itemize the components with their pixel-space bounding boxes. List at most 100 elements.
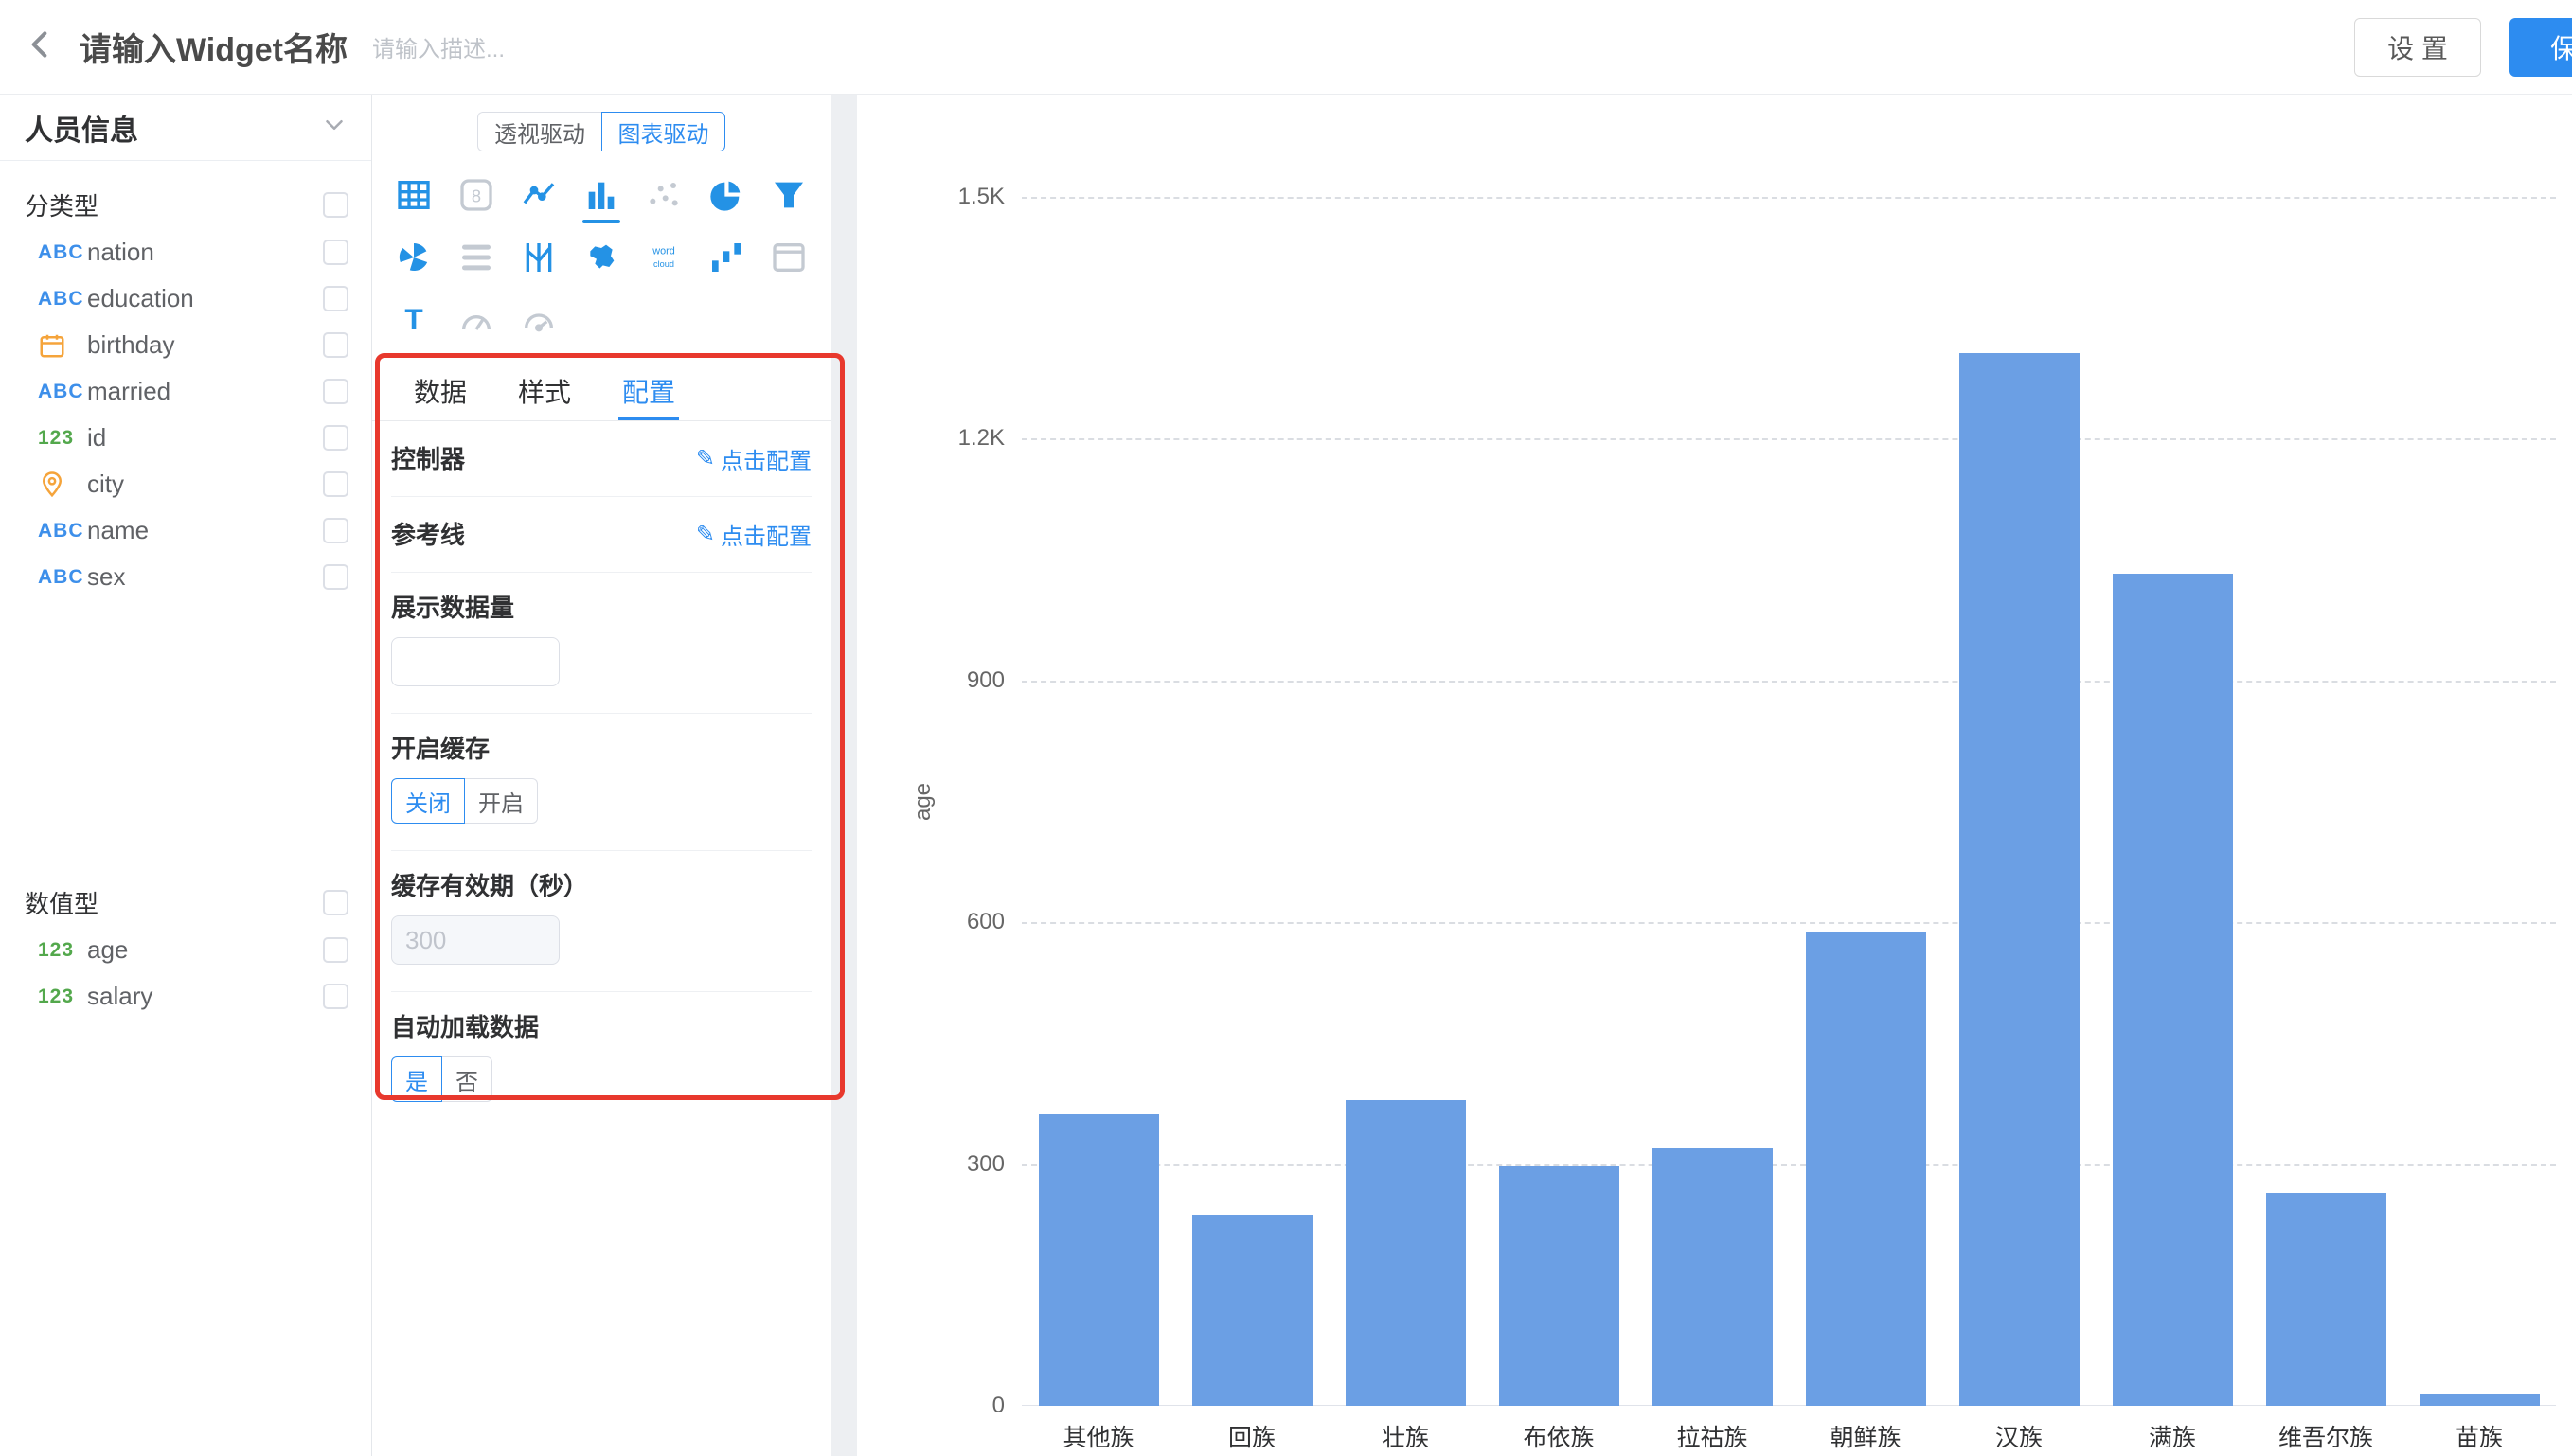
cache-off-button[interactable]: 关闭 [391,778,465,824]
config-section: 控制器 ✎ 点击配置 参考线 ✎ 点击配置 展示数据量 开启缓存 关闭 开启 [372,421,831,1128]
field-checkbox[interactable] [323,286,348,311]
field-row-name[interactable]: ABCname [0,507,371,554]
field-checkbox[interactable] [323,937,348,963]
bar-拉祜族 [1652,1148,1773,1406]
tab-data[interactable]: 数据 [404,362,476,420]
funnel-icon[interactable] [762,169,815,222]
gridline [1022,681,2556,683]
bar-壮族 [1346,1100,1466,1406]
widget-description[interactable]: 请输入描述... [372,30,505,63]
dataset-header[interactable]: 人员信息 [0,95,371,161]
field-section-head: 数值型 [0,878,371,927]
sankey-icon[interactable] [450,231,503,284]
field-section-label: 分类型 [25,187,98,222]
bar-回族 [1192,1215,1313,1406]
scatter-icon[interactable] [637,169,690,222]
bar-满族 [2113,574,2233,1406]
save-button[interactable]: 保 存 [2509,18,2572,77]
rich-text-icon[interactable]: T [387,293,440,346]
svg-text:cloud: cloud [653,259,674,269]
field-checkbox[interactable] [323,379,348,404]
controller-configure-link[interactable]: ✎ 点击配置 [696,442,812,475]
line-chart-icon[interactable] [512,169,565,222]
cache-expiry-block: 缓存有效期（秒） [391,851,812,992]
radar-icon[interactable] [387,231,440,284]
gridline [1022,922,2556,924]
cache-expiry-label: 缓存有效期（秒） [391,872,812,900]
field-checkbox[interactable] [323,332,348,358]
string-type-badge: ABC [38,520,87,542]
x-axis-tick-label: 汉族 [1942,1419,2096,1453]
x-axis-tick-label: 其他族 [1022,1419,1175,1453]
bar-布依族 [1499,1166,1619,1406]
bar-其他族 [1039,1114,1159,1406]
bar-chart: age 03006009001.2K1.5K其他族回族壮族布依族拉祜族朝鲜族汉族… [1022,197,2556,1406]
x-axis-tick-label: 朝鲜族 [1789,1419,1942,1453]
svg-text:T: T [404,302,422,336]
parallel-icon[interactable] [512,231,565,284]
auto-load-yes-button[interactable]: 是 [391,1056,442,1102]
x-axis-tick-label: 满族 [2096,1419,2249,1453]
gauge-icon[interactable] [450,293,503,346]
auto-load-no-button[interactable]: 否 [442,1056,492,1102]
field-row-education[interactable]: ABCeducation [0,275,371,322]
waterfall-icon[interactable] [700,231,753,284]
string-type-badge: ABC [38,381,87,403]
x-axis-tick-label: 维吾尔族 [2249,1419,2402,1453]
china-map-icon[interactable] [575,231,628,284]
field-row-age[interactable]: 123age [0,927,371,973]
field-checkbox[interactable] [323,984,348,1009]
tab-style[interactable]: 样式 [509,362,580,420]
field-name: married [87,377,323,406]
bar-苗族 [2420,1394,2540,1406]
cache-expiry-input[interactable] [391,915,560,965]
y-axis-title: age [910,782,937,820]
field-section: 数值型123age123salary [0,878,371,1020]
field-row-birthday[interactable]: birthday [0,322,371,368]
pencil-icon: ✎ [696,445,715,472]
chevron-left-icon [23,26,61,68]
mode-chart-drive[interactable]: 图表驱动 [601,112,725,151]
svg-text:word: word [652,246,674,257]
field-row-nation[interactable]: ABCnation [0,229,371,275]
gridline [1022,438,2556,440]
y-axis-tick-label: 900 [967,667,1005,694]
cache-toggle: 关闭 开启 [391,778,812,824]
gridline [1022,1164,2556,1166]
dial-icon[interactable] [512,293,565,346]
reference-line-configure-link[interactable]: ✎ 点击配置 [696,518,812,551]
y-axis-tick-label: 0 [992,1393,1005,1419]
chart-canvas: age 03006009001.2K1.5K其他族回族壮族布依族拉祜族朝鲜族汉族… [857,95,2572,1456]
widget-name[interactable]: 请输入Widget名称 [80,24,348,70]
x-axis-tick-label: 回族 [1175,1419,1329,1453]
bar-chart-icon[interactable] [575,169,628,222]
field-name: education [87,284,323,313]
field-row-salary[interactable]: 123salary [0,973,371,1020]
header: 请输入Widget名称 请输入描述... 设 置 保 存 [0,0,2572,95]
section-checkbox[interactable] [323,192,348,218]
field-row-married[interactable]: ABCmarried [0,368,371,415]
field-checkbox[interactable] [323,564,348,590]
tab-config[interactable]: 配置 [613,362,685,420]
scorecard-icon[interactable]: 8 [450,169,503,222]
field-checkbox[interactable] [323,425,348,451]
field-row-sex[interactable]: ABCsex [0,554,371,600]
field-checkbox[interactable] [323,240,348,265]
x-axis-tick-label: 布依族 [1482,1419,1635,1453]
mode-pivot-drive[interactable]: 透视驱动 [477,112,601,151]
iframe-icon[interactable] [762,231,815,284]
cache-on-button[interactable]: 开启 [465,778,538,824]
field-row-id[interactable]: 123id [0,415,371,461]
settings-button[interactable]: 设 置 [2354,18,2481,77]
section-checkbox[interactable] [323,890,348,915]
display-count-input[interactable] [391,637,560,686]
word-cloud-icon[interactable]: word cloud [637,231,690,284]
field-checkbox[interactable] [323,471,348,497]
pie-chart-icon[interactable] [700,169,753,222]
auto-load-toggle: 是 否 [391,1056,812,1102]
field-row-city[interactable]: city [0,461,371,507]
table-icon[interactable] [387,169,440,222]
auto-load-block: 自动加载数据 是 否 [391,992,812,1128]
back-button[interactable] [15,21,68,74]
field-checkbox[interactable] [323,518,348,543]
